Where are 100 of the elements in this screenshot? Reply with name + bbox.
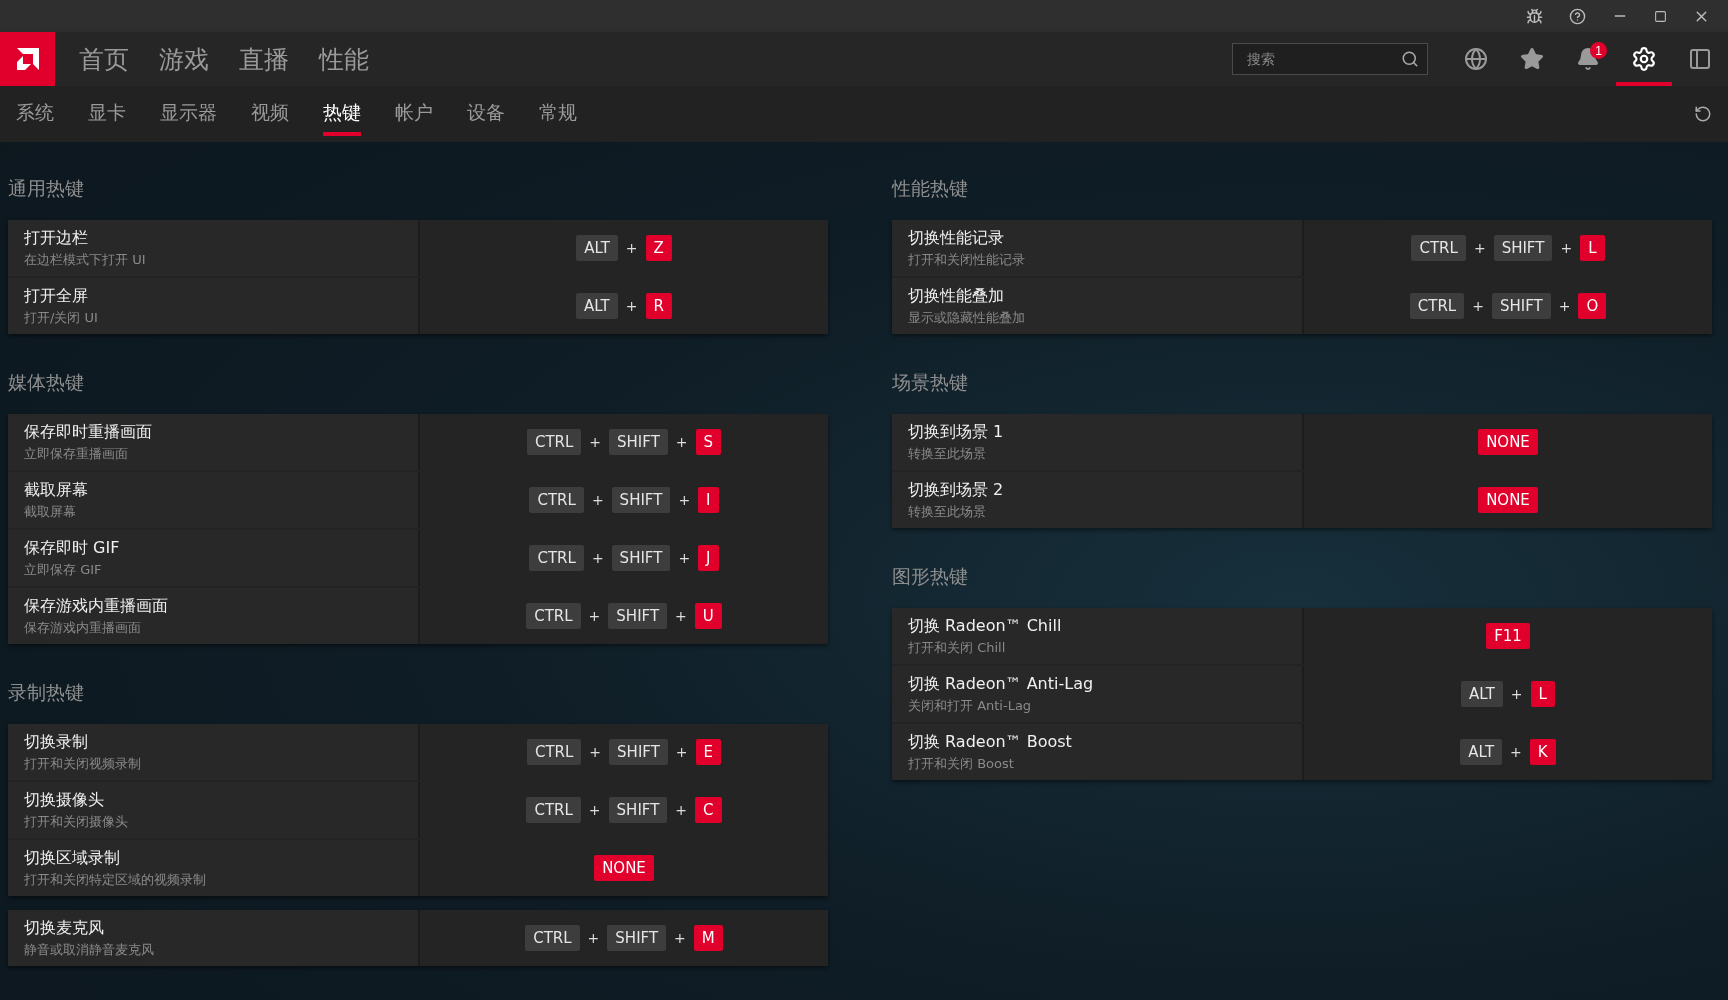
- hotkey-description: 保存游戏内重播画面: [24, 618, 142, 637]
- tab[interactable]: 常规: [539, 92, 577, 136]
- modifier-key[interactable]: CTRL: [526, 603, 581, 629]
- hotkey-description: 打开和关闭视频录制: [24, 754, 142, 773]
- hotkey-key[interactable]: F11: [1486, 623, 1530, 649]
- plus-sign: +: [675, 802, 688, 818]
- modifier-key[interactable]: ALT: [1460, 739, 1503, 765]
- hotkey-key[interactable]: M: [693, 925, 723, 951]
- modifier-key[interactable]: CTRL: [526, 429, 582, 455]
- hotkey-name: 截取屏幕: [24, 479, 89, 501]
- modifier-key[interactable]: SHIFT: [611, 545, 671, 571]
- hotkey-description: 打开和关闭 Boost: [908, 754, 1015, 773]
- tab[interactable]: 设备: [467, 92, 505, 136]
- modifier-key[interactable]: CTRL: [529, 487, 584, 513]
- hotkey-name: 切换 Radeon™ Chill: [908, 615, 1063, 637]
- modifier-key[interactable]: SHIFT: [608, 603, 668, 629]
- modifier-key[interactable]: CTRL: [525, 925, 580, 951]
- plus-sign: +: [1473, 240, 1486, 256]
- plus-sign: +: [675, 744, 688, 760]
- hotkey-name: 切换 Radeon™ Anti-Lag: [908, 673, 1095, 695]
- hotkey-key[interactable]: L: [1530, 681, 1555, 707]
- modifier-key[interactable]: SHIFT: [608, 797, 668, 823]
- hotkey-name: 切换 Radeon™ Boost: [908, 731, 1073, 753]
- modifier-key[interactable]: ALT: [1461, 681, 1503, 707]
- tab[interactable]: 显示器: [160, 92, 217, 136]
- modifier-key[interactable]: CTRL: [526, 739, 582, 765]
- modifier-key[interactable]: ALT: [576, 293, 618, 319]
- hotkey-description: 显示或隐藏性能叠加: [908, 308, 1026, 327]
- hotkey-name: 切换录制: [24, 731, 89, 753]
- section-heading: 媒体热键: [8, 370, 85, 395]
- hotkey-name: 保存即时重播画面: [24, 421, 153, 443]
- modifier-key[interactable]: SHIFT: [609, 429, 668, 455]
- hotkey-key[interactable]: R: [645, 293, 672, 319]
- hotkey-key[interactable]: K: [1529, 739, 1556, 765]
- hotkey-name: 保存游戏内重播画面: [24, 595, 169, 617]
- hotkey-key[interactable]: S: [695, 429, 722, 455]
- nav-item[interactable]: 性能: [319, 42, 369, 76]
- hotkey-key[interactable]: J: [698, 545, 719, 571]
- modifier-key[interactable]: CTRL: [526, 797, 581, 823]
- modifier-key[interactable]: SHIFT: [1493, 235, 1553, 261]
- plus-sign: +: [1472, 298, 1484, 314]
- hotkey-name: 切换性能叠加: [908, 285, 1005, 307]
- tab[interactable]: 视频: [251, 92, 289, 136]
- tab[interactable]: 帐户: [395, 92, 433, 136]
- search-field[interactable]: 搜索: [1232, 43, 1428, 75]
- globe-icon: [1464, 47, 1488, 71]
- hotkey-description: 转换至此场景: [908, 502, 987, 521]
- hotkey-key[interactable]: O: [1578, 293, 1607, 319]
- help-icon[interactable]: [1569, 7, 1586, 25]
- plus-sign: +: [674, 930, 686, 946]
- section-heading: 性能热键: [892, 176, 969, 201]
- settings-icon: [1631, 46, 1657, 72]
- hotkey-key[interactable]: U: [694, 603, 722, 629]
- plus-sign: +: [675, 434, 688, 450]
- hotkey-name: 打开边栏: [24, 227, 89, 249]
- hotkey-description: 截取屏幕: [24, 502, 77, 521]
- modifier-key[interactable]: SHIFT: [607, 925, 667, 951]
- hotkey-description: 打开和关闭 Chill: [908, 638, 1007, 657]
- tab[interactable]: 显卡: [88, 92, 126, 136]
- search-input[interactable]: 搜索: [1245, 50, 1401, 68]
- plus-sign: +: [625, 298, 638, 314]
- notifications-button[interactable]: 1: [1560, 32, 1616, 86]
- plus-sign: +: [678, 550, 691, 566]
- hotkey-key[interactable]: Z: [645, 235, 672, 261]
- hotkey-key[interactable]: NONE: [594, 855, 654, 881]
- modifier-key[interactable]: SHIFT: [1491, 293, 1551, 319]
- nav-item[interactable]: 直播: [239, 42, 289, 76]
- hotkey-key[interactable]: NONE: [1478, 429, 1538, 455]
- hotkey-key[interactable]: L: [1580, 235, 1605, 261]
- hotkey-key[interactable]: I: [698, 487, 719, 513]
- hotkey-key[interactable]: C: [695, 797, 722, 823]
- hotkey-description: 立即保存重播画面: [24, 444, 129, 463]
- search-icon: [1401, 50, 1419, 68]
- hotkey-key[interactable]: E: [695, 739, 722, 765]
- hotkey-key[interactable]: NONE: [1478, 487, 1538, 513]
- modifier-key[interactable]: CTRL: [1411, 235, 1466, 261]
- tab[interactable]: 热键: [323, 92, 361, 136]
- hotkey-description: 在边栏模式下打开 UI: [24, 250, 147, 269]
- hotkey-description: 打开/关闭 UI: [24, 308, 99, 327]
- hotkey-name: 切换到场景 1: [908, 421, 1005, 443]
- hotkey-description: 打开和关闭性能记录: [908, 250, 1026, 269]
- modifier-key[interactable]: CTRL: [529, 545, 584, 571]
- bug-icon[interactable]: [1526, 7, 1543, 25]
- modifier-key[interactable]: ALT: [576, 235, 618, 261]
- plus-sign: +: [1560, 240, 1573, 256]
- nav-item[interactable]: 首页: [79, 42, 129, 76]
- modifier-key[interactable]: SHIFT: [609, 739, 668, 765]
- tab[interactable]: 系统: [16, 92, 54, 136]
- plus-sign: +: [1510, 686, 1523, 702]
- maximize-icon[interactable]: [1654, 9, 1667, 23]
- reset-icon[interactable]: [1694, 105, 1712, 123]
- logo[interactable]: [0, 32, 55, 86]
- modifier-key[interactable]: CTRL: [1409, 293, 1465, 319]
- section-heading: 场景热键: [892, 370, 969, 395]
- hotkey-name: 切换摄像头: [24, 789, 105, 811]
- modifier-key[interactable]: SHIFT: [611, 487, 671, 513]
- plus-sign: +: [625, 240, 638, 256]
- hotkey-name: 切换麦克风: [24, 917, 105, 939]
- plus-sign: +: [589, 744, 602, 760]
- nav-item[interactable]: 游戏: [159, 42, 209, 76]
